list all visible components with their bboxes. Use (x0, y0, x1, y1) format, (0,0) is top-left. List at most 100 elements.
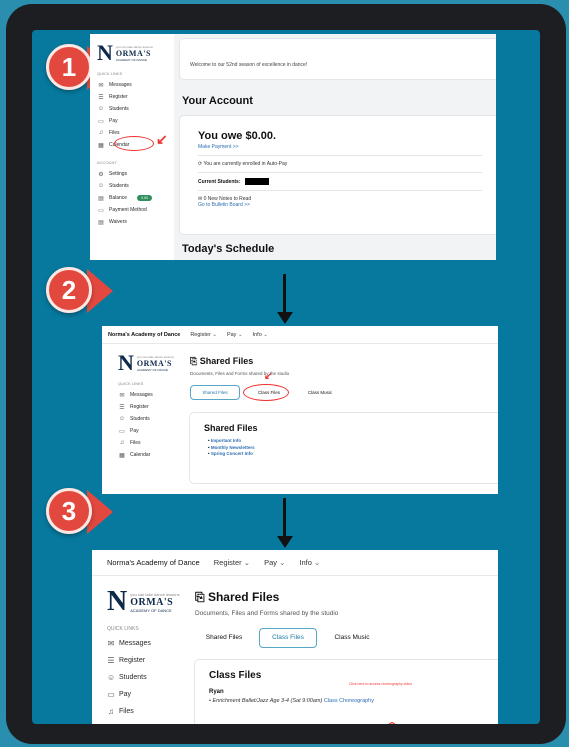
sidebar-item-label: Pay (130, 428, 139, 434)
redacted-name (244, 178, 269, 185)
sidebar-item-label: Waivers (109, 219, 127, 225)
annotation-arrow: ↙ (156, 131, 168, 147)
sidebar-item-label: Files (119, 708, 134, 715)
autopay-text: You are currently enrolled in Auto-Pay (203, 161, 288, 167)
list-item[interactable]: • Spring Concert Info (208, 451, 490, 458)
calendar-icon: ▦ (119, 452, 125, 459)
sidebar-item-label: Students (130, 416, 150, 422)
sidebar-item-files[interactable]: ♫ Files (107, 703, 185, 720)
calendar-icon: ▦ (98, 142, 104, 149)
your-account-heading: Your Account (182, 95, 253, 107)
brand-title[interactable]: Norma's Academy of Dance (107, 558, 200, 567)
make-payment-link[interactable]: Make Payment >> (198, 144, 482, 150)
quick-links-caption: QUICK LINKS (107, 626, 139, 632)
nav-info[interactable]: Info ⌄ (299, 558, 320, 567)
sidebar-item-balance[interactable]: ▤ Balance 0.00 (97, 192, 174, 204)
sidebar-item-settings[interactable]: ⚙ Settings (97, 168, 174, 180)
files-icon: ⎘ (195, 590, 208, 604)
bulletin-board-link[interactable]: Go to Bulletin Board >> (198, 202, 482, 208)
page-title: Shared Files (207, 590, 280, 604)
tab-class-files[interactable]: Class Files (259, 628, 317, 648)
sidebar-item-students[interactable]: ☺ Students (97, 103, 174, 115)
card-title: Class Files (209, 670, 262, 681)
sidebar-item-register[interactable]: ☰ Register (118, 401, 184, 413)
top-nav: Norma's Academy of Dance Register ⌄ Pay … (102, 326, 498, 344)
files-icon: ♫ (98, 130, 104, 136)
nav-pay[interactable]: Pay ⌄ (264, 558, 285, 567)
account-caption: ACCOUNT (97, 160, 117, 165)
sidebar-item-students[interactable]: ☺ Students (107, 669, 185, 686)
sidebar-item-messages[interactable]: ✉ Messages (107, 635, 185, 652)
balance-badge: 0.00 (137, 195, 152, 201)
sidebar-item-register[interactable]: ☰ Register (97, 91, 174, 103)
panel-class-files: Norma's Academy of Dance Register ⌄ Pay … (92, 550, 498, 724)
welcome-text: Welcome to our 52nd season of excellence… (190, 62, 308, 68)
quick-links-caption: QUICK LINKS (118, 381, 144, 386)
step-2-badge: 2 (46, 267, 92, 313)
sidebar-item-label: Payment Method (109, 207, 147, 213)
tab-class-music[interactable]: Class Music (323, 628, 381, 648)
tab-bar: Shared Files Class Files Class Music (195, 628, 381, 648)
sidebar-item-pay[interactable]: ▭ Pay (107, 686, 185, 703)
down-arrow-2 (283, 498, 286, 538)
students-icon: ☺ (97, 106, 105, 112)
sidebar-item-files[interactable]: ♫ Files (118, 437, 184, 449)
sidebar-item-payment-method[interactable]: ▭ Payment Method (97, 204, 174, 216)
nav-pay[interactable]: Pay ⌄ (227, 332, 243, 338)
waivers-icon: ▤ (98, 219, 104, 226)
annotation-arrow: ︿ (387, 717, 397, 724)
sidebar: N you can take dance lessons ORMA'S ACAD… (102, 344, 184, 494)
sidebar-item-label: Register (109, 94, 128, 100)
class-files-content: ⎘ Shared Files Documents, Files and Form… (185, 576, 498, 724)
sidebar-item-waivers[interactable]: ▤ Waivers (97, 216, 174, 228)
sidebar-item-pay[interactable]: ▭ Pay (118, 425, 184, 437)
nav-register[interactable]: Register ⌄ (214, 558, 250, 567)
panel-shared-files: Norma's Academy of Dance Register ⌄ Pay … (102, 326, 498, 494)
shared-files-content: ⎘ Shared Files Documents, Files and Form… (184, 344, 498, 494)
sidebar-item-calendar[interactable]: ▦ Calendar (118, 449, 184, 461)
sidebar-item-students[interactable]: ☺ Students (97, 180, 174, 192)
down-arrow-1 (283, 274, 286, 314)
top-nav: Norma's Academy of Dance Register ⌄ Pay … (92, 550, 498, 576)
sidebar-item-label: Messages (119, 640, 151, 647)
tablet-screen: 1 N you can take dance lessons ORMA'S AC… (32, 30, 540, 724)
sidebar-item-label: Messages (130, 392, 153, 398)
nav-register[interactable]: Register ⌄ (190, 332, 217, 338)
logo: N you can take dance lessons ORMA'S ACAD… (97, 40, 153, 65)
sidebar-item-students[interactable]: ☺ Students (118, 413, 184, 425)
brand-title[interactable]: Norma's Academy of Dance (108, 332, 180, 338)
tab-shared-files[interactable]: Shared Files (195, 628, 253, 648)
balance-owed: You owe $0.00. (198, 130, 277, 142)
balance-icon: ▤ (98, 195, 104, 202)
sidebar-item-label: Files (130, 440, 141, 446)
sidebar-item-label: Students (109, 106, 129, 112)
down-arrow-1-head (277, 312, 293, 324)
register-icon: ☰ (119, 404, 125, 411)
payment-icon: ▭ (98, 207, 104, 214)
class-row: • Enrichment Ballet/Jazz Age 3-4 (Sat 9:… (209, 698, 374, 704)
shared-files-card: Shared Files • Important Info • Monthly N… (190, 413, 498, 483)
down-arrow-2-head (277, 536, 293, 548)
tablet-frame: 1 N you can take dance lessons ORMA'S AC… (6, 4, 566, 744)
sidebar-item-register[interactable]: ☰ Register (107, 652, 185, 669)
sidebar-item-label: Settings (109, 171, 128, 177)
sidebar-item-label: Register (130, 404, 149, 410)
register-icon: ☰ (107, 656, 115, 665)
sidebar-item-messages[interactable]: ✉ Messages (97, 79, 174, 91)
todays-schedule-heading: Today's Schedule (182, 243, 275, 255)
class-choreography-link[interactable]: Class Choreography (324, 698, 374, 704)
card-title: Shared Files (204, 423, 258, 433)
tab-shared-files[interactable]: Shared Files (190, 385, 240, 400)
student-name: Ryan (209, 689, 224, 695)
annotation-hint: Click here to access choreography video (349, 682, 413, 686)
nav-info[interactable]: Info ⌄ (253, 332, 268, 338)
logo: N you can take dance lessons ORMA'S ACAD… (118, 350, 174, 375)
step-3-badge: 3 (46, 488, 92, 534)
sidebar-item-messages[interactable]: ✉ Messages (118, 389, 184, 401)
messages-icon: ✉ (119, 392, 125, 399)
quick-links-caption: QUICK LINKS (97, 71, 123, 76)
sidebar-item-label: Pay (119, 691, 132, 698)
tab-class-music[interactable]: Class Music (298, 385, 342, 400)
sidebar-item-pay[interactable]: ▭ Pay (97, 115, 174, 127)
class-name: Enrichment Ballet/Jazz Age 3-4 (Sat 9:00… (212, 698, 323, 704)
